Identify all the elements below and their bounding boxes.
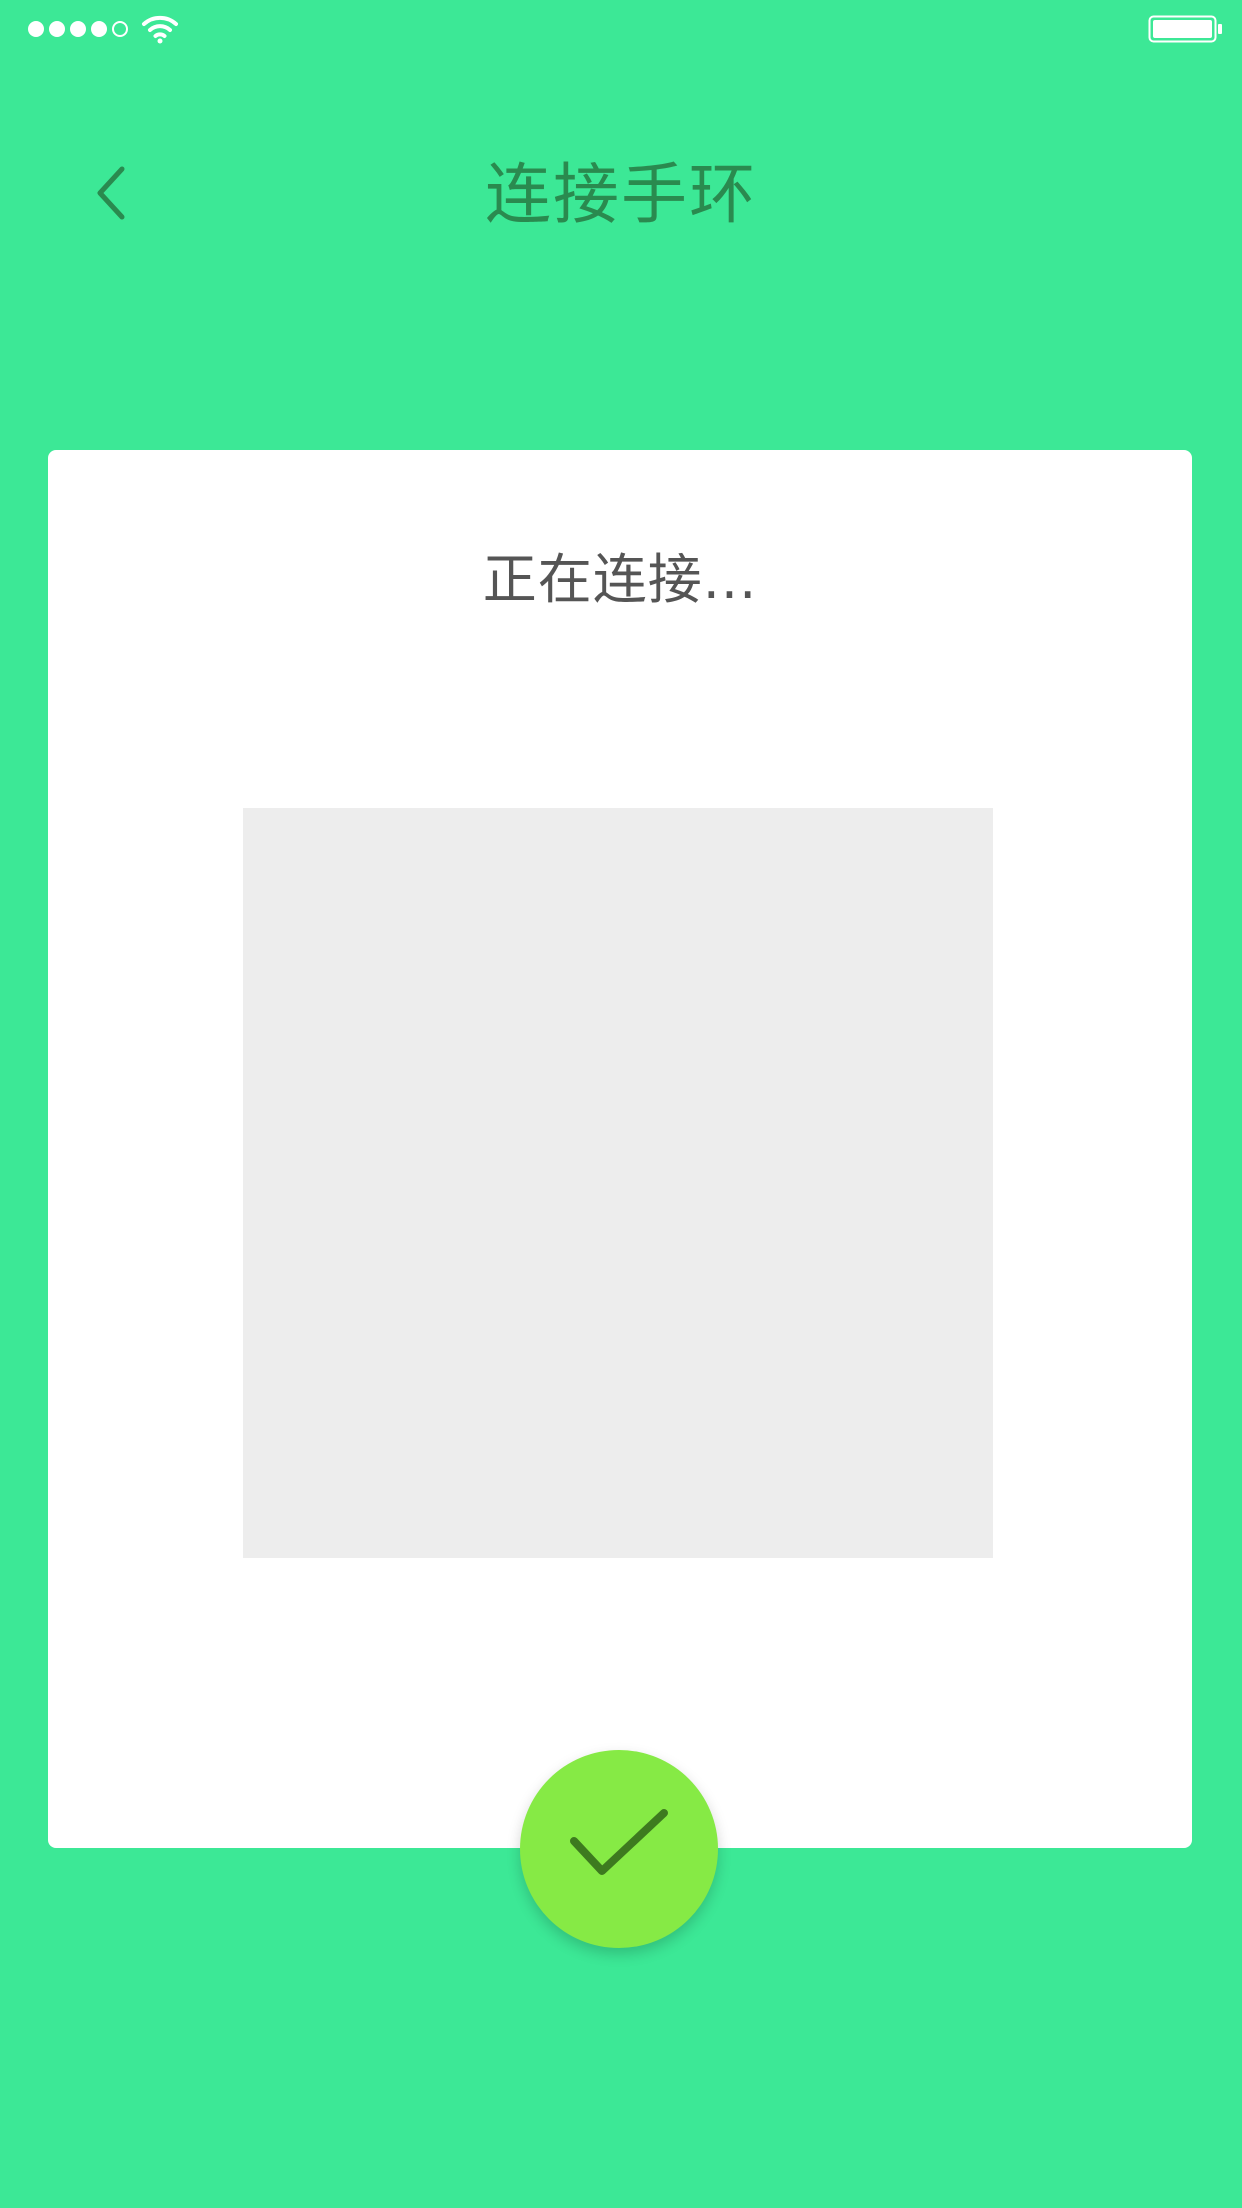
connect-card: 正在连接... (48, 450, 1192, 1848)
signal-dot-empty (112, 21, 128, 37)
screen: 连接手环 正在连接... (0, 0, 1242, 2208)
signal-dot (91, 21, 107, 37)
checkmark-icon (570, 1809, 668, 1875)
wifi-icon (142, 15, 178, 44)
signal-dot (28, 21, 44, 37)
connecting-status-text: 正在连接... (482, 548, 758, 611)
confirm-button[interactable] (520, 1750, 718, 1948)
device-image-placeholder (243, 808, 993, 1558)
status-bar (0, 0, 1242, 58)
battery-icon (1148, 15, 1222, 43)
signal-dot (70, 21, 86, 37)
page-title: 连接手环 (485, 156, 757, 233)
signal-dot (49, 21, 65, 37)
signal-icon (28, 20, 128, 38)
